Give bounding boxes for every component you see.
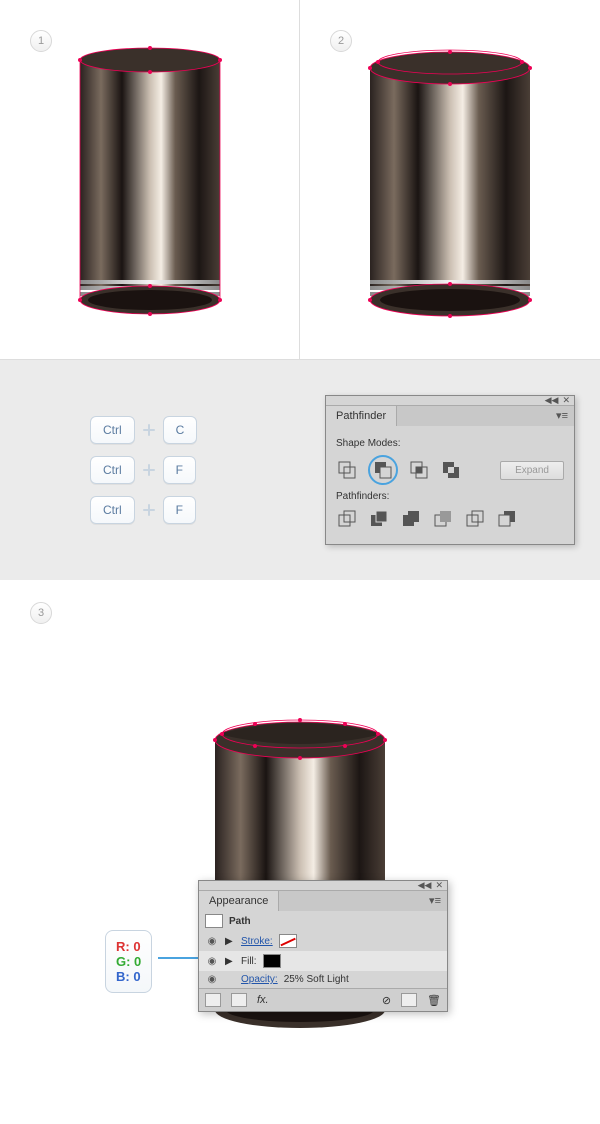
collapse-icon[interactable]: ◀◀ bbox=[418, 880, 432, 891]
step-badge-3: 3 bbox=[30, 602, 52, 624]
trim-icon[interactable] bbox=[368, 508, 390, 530]
fill-row[interactable]: ◉ ▶ Fill: bbox=[199, 951, 447, 971]
plus-icon bbox=[141, 502, 157, 518]
close-icon[interactable]: ✕ bbox=[435, 880, 443, 891]
collapse-icon[interactable]: ◀◀ bbox=[545, 395, 559, 406]
panel-menu-icon[interactable]: ▾≡ bbox=[429, 894, 441, 908]
visibility-icon[interactable]: ◉ bbox=[205, 974, 219, 985]
minus-front-icon[interactable] bbox=[372, 459, 394, 481]
stroke-label[interactable]: Stroke: bbox=[241, 936, 273, 947]
key-ctrl: Ctrl bbox=[90, 416, 135, 444]
shortcut-copy: Ctrl C bbox=[90, 416, 197, 444]
rgb-g: G: 0 bbox=[116, 954, 141, 969]
shortcut-pastefront-1: Ctrl F bbox=[90, 456, 196, 484]
key-c: C bbox=[163, 416, 198, 444]
visibility-icon[interactable]: ◉ bbox=[205, 956, 219, 967]
crop-icon[interactable] bbox=[432, 508, 454, 530]
cylinder-illustration-1 bbox=[65, 40, 235, 340]
panel-controls: ◀◀ ✕ bbox=[326, 396, 574, 406]
visibility-icon[interactable]: ◉ bbox=[205, 936, 219, 947]
exclude-icon[interactable] bbox=[440, 459, 462, 481]
step-3-pane: 3 R: 0 G: 0 B: 0 ◀◀ ✕ Appearance ▾≡ bbox=[0, 580, 600, 1124]
minus-back-icon[interactable] bbox=[496, 508, 518, 530]
intersect-icon[interactable] bbox=[408, 459, 430, 481]
rgb-b: B: 0 bbox=[116, 969, 141, 984]
appearance-tab[interactable]: Appearance bbox=[199, 891, 279, 911]
pathfinders-label: Pathfinders: bbox=[336, 491, 564, 502]
step-2-pane: 2 bbox=[300, 0, 600, 360]
step-1-pane: 1 bbox=[0, 0, 300, 360]
pathfinder-tab[interactable]: Pathfinder bbox=[326, 406, 397, 426]
minus-front-highlight bbox=[368, 455, 398, 485]
trash-icon[interactable]: 🗑 bbox=[427, 994, 441, 1007]
appearance-target-row: Path bbox=[199, 911, 447, 931]
appearance-footer: fx. ⊘ 🗑 bbox=[199, 988, 447, 1011]
shortcuts-area: Ctrl C Ctrl F Ctrl F bbox=[0, 360, 300, 580]
key-f: F bbox=[163, 456, 196, 484]
expand-button[interactable]: Expand bbox=[500, 461, 564, 480]
duplicate-icon[interactable] bbox=[401, 993, 417, 1007]
cylinder-illustration-2 bbox=[355, 40, 545, 340]
step-badge-2: 2 bbox=[330, 30, 352, 52]
rgb-r: R: 0 bbox=[116, 939, 141, 954]
stroke-row[interactable]: ◉ ▶ Stroke: bbox=[199, 931, 447, 951]
opacity-row[interactable]: ◉ Opacity: 25% Soft Light bbox=[199, 971, 447, 988]
appearance-path-label: Path bbox=[229, 916, 251, 927]
merge-icon[interactable] bbox=[400, 508, 422, 530]
panel-controls: ◀◀ ✕ bbox=[199, 881, 447, 891]
pathfinder-panel: ◀◀ ✕ Pathfinder ▾≡ Shape Modes: Expand bbox=[325, 395, 575, 545]
plus-icon bbox=[141, 422, 157, 438]
expand-tri-icon[interactable]: ▶ bbox=[225, 936, 235, 947]
opacity-value: 25% Soft Light bbox=[284, 974, 349, 985]
opacity-label[interactable]: Opacity: bbox=[241, 974, 278, 985]
close-icon[interactable]: ✕ bbox=[562, 395, 570, 406]
stroke-list-icon[interactable] bbox=[231, 993, 247, 1007]
fx-button[interactable]: fx. bbox=[257, 994, 269, 1006]
key-f: F bbox=[163, 496, 196, 524]
key-ctrl: Ctrl bbox=[90, 456, 135, 484]
step-badge-1: 1 bbox=[30, 30, 52, 52]
divide-icon[interactable] bbox=[336, 508, 358, 530]
key-ctrl: Ctrl bbox=[90, 496, 135, 524]
fill-label: Fill: bbox=[241, 956, 257, 967]
panel-menu-icon[interactable]: ▾≡ bbox=[556, 409, 568, 423]
unite-icon[interactable] bbox=[336, 459, 358, 481]
expand-tri-icon[interactable]: ▶ bbox=[225, 956, 235, 967]
outline-icon[interactable] bbox=[464, 508, 486, 530]
new-art-icon[interactable] bbox=[205, 993, 221, 1007]
plus-icon bbox=[141, 462, 157, 478]
shape-modes-label: Shape Modes: bbox=[336, 438, 564, 449]
target-swatch bbox=[205, 914, 223, 928]
stroke-swatch-none[interactable] bbox=[279, 934, 297, 948]
shortcut-pastefront-2: Ctrl F bbox=[90, 496, 196, 524]
fill-swatch-black[interactable] bbox=[263, 954, 281, 968]
appearance-panel: ◀◀ ✕ Appearance ▾≡ Path ◉ ▶ Stroke: ◉ ▶ … bbox=[198, 880, 448, 1012]
clear-icon[interactable]: ⊘ bbox=[382, 994, 391, 1007]
rgb-callout: R: 0 G: 0 B: 0 bbox=[105, 930, 152, 993]
